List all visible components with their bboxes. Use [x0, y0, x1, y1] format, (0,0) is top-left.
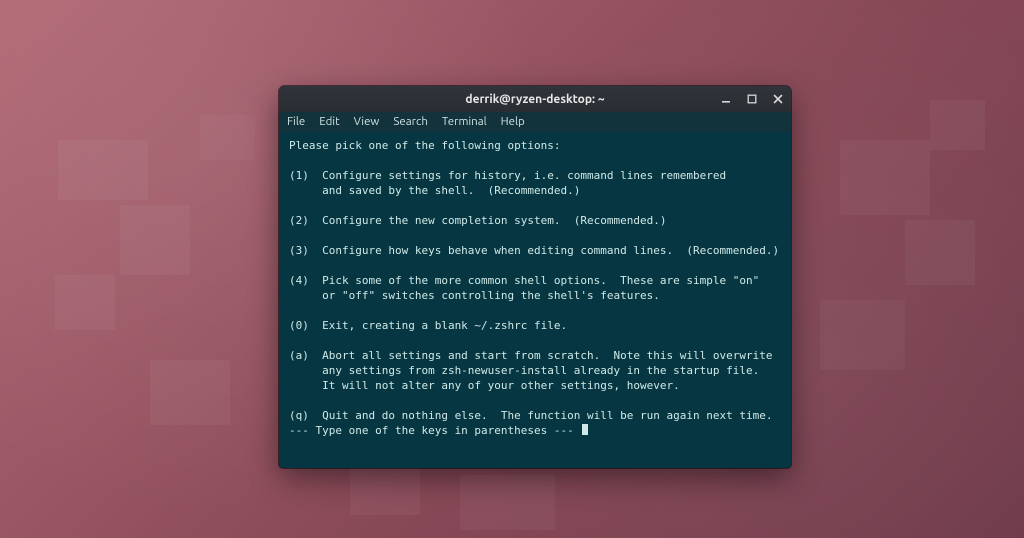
maximize-icon[interactable]	[745, 92, 759, 106]
terminal-line: Please pick one of the following options…	[289, 139, 561, 152]
terminal-window: derrik@ryzen-desktop: ~ File Edit View S…	[279, 86, 791, 468]
terminal-line: any settings from zsh-newuser-install al…	[289, 364, 759, 377]
window-title: derrik@ryzen-desktop: ~	[465, 93, 604, 106]
wallpaper-tile	[120, 205, 190, 275]
window-titlebar[interactable]: derrik@ryzen-desktop: ~	[279, 86, 791, 112]
minimize-icon[interactable]	[719, 92, 733, 106]
menu-terminal[interactable]: Terminal	[442, 115, 487, 128]
menu-edit[interactable]: Edit	[319, 115, 339, 128]
terminal-line: (4) Pick some of the more common shell o…	[289, 274, 759, 287]
menu-file[interactable]: File	[287, 115, 305, 128]
terminal-line: (0) Exit, creating a blank ~/.zshrc file…	[289, 319, 567, 332]
menu-search[interactable]: Search	[393, 115, 428, 128]
terminal-output[interactable]: Please pick one of the following options…	[279, 132, 791, 468]
terminal-line: It will not alter any of your other sett…	[289, 379, 680, 392]
cursor-icon	[582, 424, 588, 435]
terminal-line: (q) Quit and do nothing else. The functi…	[289, 409, 772, 422]
terminal-line: or "off" switches controlling the shell'…	[289, 289, 660, 302]
wallpaper-tile	[58, 140, 148, 200]
wallpaper-tile	[905, 220, 975, 285]
wallpaper-tile	[930, 100, 985, 150]
terminal-line: (2) Configure the new completion system.…	[289, 214, 667, 227]
wallpaper-tile	[840, 140, 930, 215]
terminal-prompt: --- Type one of the keys in parentheses …	[289, 424, 580, 437]
wallpaper-tile	[460, 475, 555, 530]
terminal-line: (1) Configure settings for history, i.e.…	[289, 169, 726, 182]
wallpaper-tile	[150, 360, 230, 425]
close-icon[interactable]	[771, 92, 785, 106]
terminal-line: and saved by the shell. (Recommended.)	[289, 184, 580, 197]
terminal-line: (a) Abort all settings and start from sc…	[289, 349, 772, 362]
menu-view[interactable]: View	[354, 115, 380, 128]
wallpaper-tile	[200, 115, 255, 160]
wallpaper-tile	[820, 300, 905, 370]
wallpaper-tile	[55, 275, 115, 330]
menu-bar: File Edit View Search Terminal Help	[279, 112, 791, 132]
terminal-line: (3) Configure how keys behave when editi…	[289, 244, 779, 257]
menu-help[interactable]: Help	[501, 115, 525, 128]
